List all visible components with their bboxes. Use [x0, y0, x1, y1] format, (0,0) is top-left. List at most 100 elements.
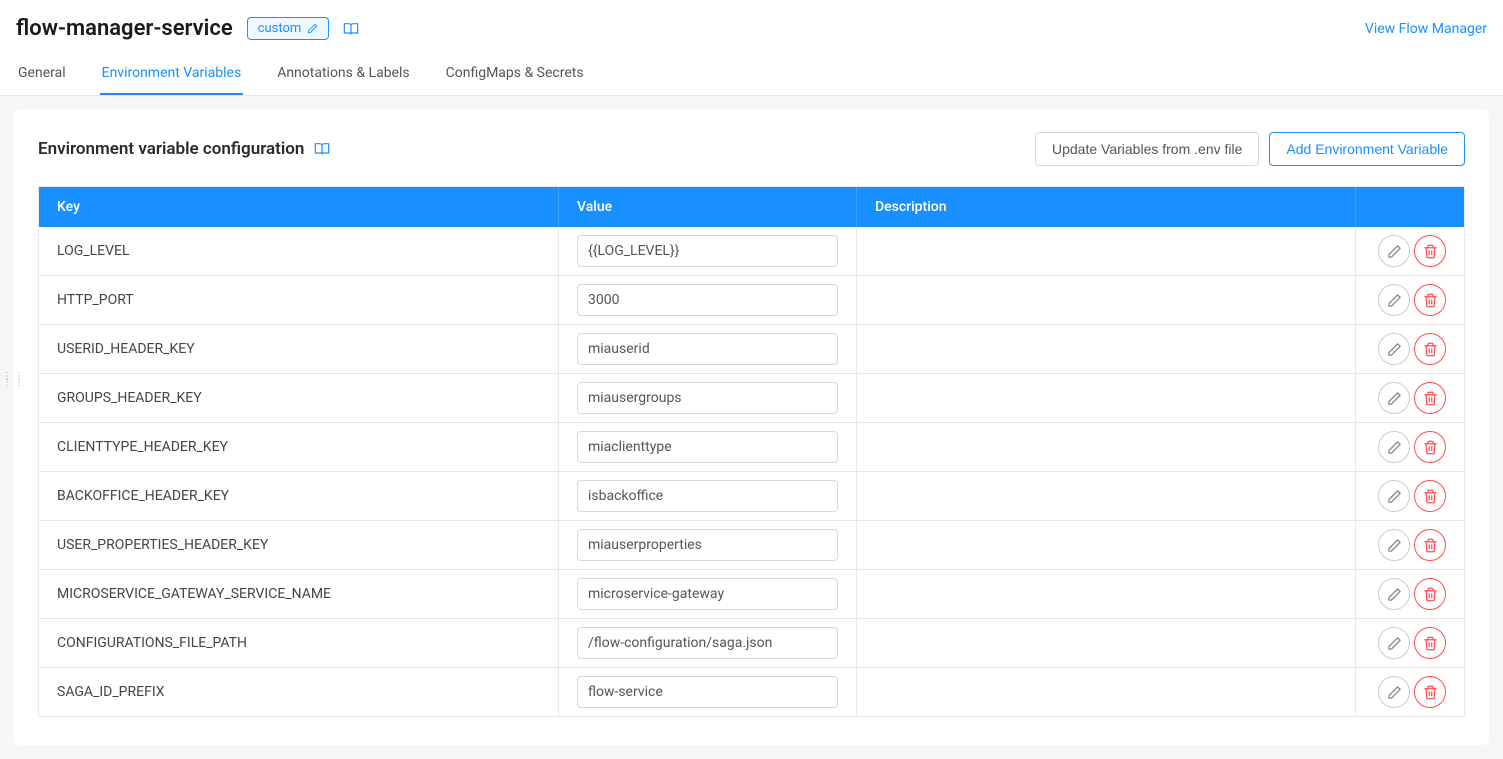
update-from-env-button[interactable]: Update Variables from .env file: [1035, 132, 1259, 166]
env-value-input[interactable]: [577, 333, 838, 365]
tab-environment-variables[interactable]: Environment Variables: [100, 55, 244, 95]
pencil-icon: [1387, 685, 1402, 700]
env-value-input[interactable]: [577, 284, 838, 316]
delete-button[interactable]: [1414, 333, 1446, 365]
edit-button[interactable]: [1378, 382, 1410, 414]
table-header-actions: [1356, 187, 1465, 228]
delete-button[interactable]: [1414, 676, 1446, 708]
trash-icon: [1423, 391, 1438, 406]
book-icon[interactable]: [343, 21, 359, 37]
env-key: MICROSERVICE_GATEWAY_SERVICE_NAME: [39, 570, 559, 619]
edit-button[interactable]: [1378, 235, 1410, 267]
env-description: [857, 472, 1356, 521]
drag-handle-icon: ⋮⋮⋮⋮: [2, 374, 26, 386]
table-row: CLIENTTYPE_HEADER_KEY: [39, 423, 1465, 472]
env-key: LOG_LEVEL: [39, 227, 559, 276]
env-description: [857, 276, 1356, 325]
table-row: LOG_LEVEL: [39, 227, 1465, 276]
trash-icon: [1423, 244, 1438, 259]
edit-button[interactable]: [1378, 284, 1410, 316]
edit-button[interactable]: [1378, 578, 1410, 610]
table-row: MICROSERVICE_GATEWAY_SERVICE_NAME: [39, 570, 1465, 619]
env-var-table: Key Value Description LOG_LEVELHTTP_PORT…: [38, 186, 1465, 717]
env-description: [857, 325, 1356, 374]
edit-button[interactable]: [1378, 529, 1410, 561]
delete-button[interactable]: [1414, 284, 1446, 316]
table-row: CONFIGURATIONS_FILE_PATH: [39, 619, 1465, 668]
table-row: SAGA_ID_PREFIX: [39, 668, 1465, 717]
table-header-key: Key: [39, 187, 559, 228]
env-value-input[interactable]: [577, 529, 838, 561]
section-title: Environment variable configuration: [38, 139, 304, 159]
env-value-input[interactable]: [577, 480, 838, 512]
env-key: BACKOFFICE_HEADER_KEY: [39, 472, 559, 521]
env-key: SAGA_ID_PREFIX: [39, 668, 559, 717]
pencil-icon: [1387, 440, 1402, 455]
pencil-icon: [307, 23, 318, 34]
trash-icon: [1423, 489, 1438, 504]
env-value-input[interactable]: [577, 431, 838, 463]
edit-button[interactable]: [1378, 431, 1410, 463]
env-key: CONFIGURATIONS_FILE_PATH: [39, 619, 559, 668]
pencil-icon: [1387, 489, 1402, 504]
delete-button[interactable]: [1414, 529, 1446, 561]
view-flow-manager-link[interactable]: View Flow Manager: [1365, 21, 1487, 37]
tab-general[interactable]: General: [16, 55, 68, 95]
trash-icon: [1423, 538, 1438, 553]
env-description: [857, 374, 1356, 423]
table-header-description: Description: [857, 187, 1356, 228]
table-row: USER_PROPERTIES_HEADER_KEY: [39, 521, 1465, 570]
pencil-icon: [1387, 636, 1402, 651]
trash-icon: [1423, 685, 1438, 700]
env-value-input[interactable]: [577, 578, 838, 610]
custom-badge-label: custom: [258, 21, 302, 36]
trash-icon: [1423, 636, 1438, 651]
env-description: [857, 227, 1356, 276]
env-description: [857, 570, 1356, 619]
delete-button[interactable]: [1414, 578, 1446, 610]
tabs: General Environment Variables Annotations …: [16, 55, 1487, 95]
env-value-input[interactable]: [577, 235, 838, 267]
edit-button[interactable]: [1378, 480, 1410, 512]
env-value-input[interactable]: [577, 676, 838, 708]
table-row: HTTP_PORT: [39, 276, 1465, 325]
env-key: USER_PROPERTIES_HEADER_KEY: [39, 521, 559, 570]
add-env-var-button[interactable]: Add Environment Variable: [1269, 132, 1465, 166]
env-description: [857, 423, 1356, 472]
env-description: [857, 668, 1356, 717]
env-description: [857, 521, 1356, 570]
page-header: flow-manager-service custom View Flow Ma…: [0, 0, 1503, 96]
env-value-input[interactable]: [577, 627, 838, 659]
custom-badge[interactable]: custom: [247, 17, 330, 40]
delete-button[interactable]: [1414, 627, 1446, 659]
edit-button[interactable]: [1378, 627, 1410, 659]
pencil-icon: [1387, 538, 1402, 553]
edit-button[interactable]: [1378, 333, 1410, 365]
tab-configmaps-secrets[interactable]: ConfigMaps & Secrets: [444, 55, 586, 95]
table-row: BACKOFFICE_HEADER_KEY: [39, 472, 1465, 521]
env-key: USERID_HEADER_KEY: [39, 325, 559, 374]
env-value-input[interactable]: [577, 382, 838, 414]
env-key: GROUPS_HEADER_KEY: [39, 374, 559, 423]
tab-annotations-labels[interactable]: Annotations & Labels: [275, 55, 411, 95]
delete-button[interactable]: [1414, 431, 1446, 463]
delete-button[interactable]: [1414, 480, 1446, 512]
page-title: flow-manager-service: [16, 16, 233, 41]
trash-icon: [1423, 587, 1438, 602]
pencil-icon: [1387, 342, 1402, 357]
env-key: HTTP_PORT: [39, 276, 559, 325]
edit-button[interactable]: [1378, 676, 1410, 708]
table-row: USERID_HEADER_KEY: [39, 325, 1465, 374]
trash-icon: [1423, 293, 1438, 308]
env-description: [857, 619, 1356, 668]
pencil-icon: [1387, 293, 1402, 308]
delete-button[interactable]: [1414, 235, 1446, 267]
book-icon[interactable]: [314, 141, 330, 157]
delete-button[interactable]: [1414, 382, 1446, 414]
trash-icon: [1423, 342, 1438, 357]
trash-icon: [1423, 440, 1438, 455]
env-key: CLIENTTYPE_HEADER_KEY: [39, 423, 559, 472]
table-row: GROUPS_HEADER_KEY: [39, 374, 1465, 423]
pencil-icon: [1387, 244, 1402, 259]
pencil-icon: [1387, 391, 1402, 406]
